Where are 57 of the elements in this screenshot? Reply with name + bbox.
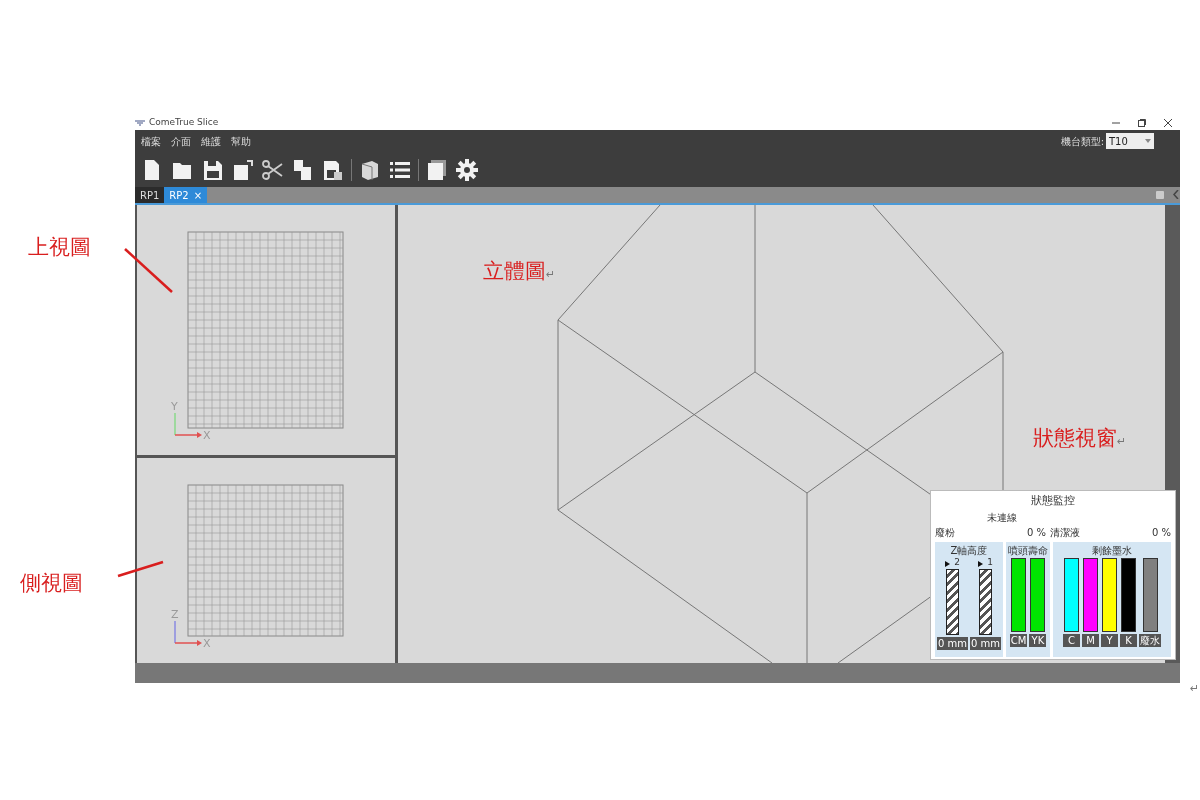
reading-label: 廢粉 — [935, 525, 955, 540]
machine-type-label: 機台類型: — [1060, 134, 1104, 149]
gauge-label: M — [1082, 633, 1100, 647]
annotation-label: 側視圖 — [20, 571, 83, 595]
return-mark: ↵ — [546, 268, 556, 281]
axes-icon — [174, 412, 202, 438]
gauge-label: 0 mm — [970, 636, 1002, 650]
leader-line — [117, 560, 164, 578]
axis-label: Y — [171, 400, 178, 413]
gauge-label: C — [1063, 633, 1081, 647]
z-height-bar — [979, 568, 993, 635]
group-title: Z軸高度 — [950, 544, 988, 556]
gauge-label: K — [1120, 633, 1138, 647]
export-file-icon[interactable] — [231, 157, 255, 182]
tab[interactable]: RP2 × — [164, 187, 208, 203]
panel-title: 狀態監控 — [1030, 493, 1076, 509]
close-icon[interactable] — [1164, 118, 1172, 127]
gauge-number: 2 — [954, 557, 960, 567]
scissors-icon[interactable] — [261, 157, 285, 182]
axis-label: X — [203, 637, 211, 650]
annotation-label: 立體圖 — [483, 259, 546, 283]
return-mark: ↵ — [1117, 435, 1127, 448]
menu-item[interactable]: 介面 — [171, 133, 191, 149]
axis-label: Z — [171, 608, 179, 621]
app-icon — [135, 119, 145, 126]
gauge-label: 廢水 — [1139, 633, 1162, 647]
gauge-label: Y — [1101, 633, 1119, 647]
group-title: 噴頭壽命 — [1008, 544, 1049, 556]
annotation-label: 狀態視窗 — [1033, 426, 1117, 450]
z-height-bar — [946, 568, 959, 635]
reading-value: 0 % — [1151, 525, 1171, 540]
menu-item[interactable]: 維護 — [201, 133, 221, 149]
menu-item[interactable]: 檔案 — [141, 133, 161, 149]
machine-type-select[interactable]: T10 — [1106, 133, 1154, 149]
group-title: 剩餘墨水 — [1092, 544, 1133, 556]
axis-label: X — [203, 429, 211, 442]
pointer-icon — [978, 560, 984, 567]
caret-icon — [1145, 139, 1151, 143]
window-title: ComeTrue Slice — [149, 115, 219, 129]
return-mark: ↵ — [1190, 682, 1200, 695]
menu-item[interactable]: 幫助 — [231, 133, 251, 149]
gauge-number: 1 — [987, 557, 993, 567]
layers-icon[interactable] — [425, 157, 449, 182]
leader-line — [124, 248, 173, 293]
axes-icon — [174, 620, 202, 646]
gauge-label: 0 mm — [937, 636, 969, 650]
gear-icon[interactable] — [455, 157, 479, 182]
gauge-label: YK — [1029, 633, 1047, 647]
connection-status: 未連線 — [987, 511, 1017, 523]
gauge-label: CM — [1009, 633, 1028, 647]
pointer-icon — [945, 560, 951, 567]
annotation-label: 上視圖 — [28, 235, 91, 259]
close-tab-icon[interactable]: × — [193, 187, 203, 203]
restore-icon[interactable] — [1138, 118, 1146, 127]
tab[interactable]: RP1 — [135, 187, 165, 203]
reading-label: 清潔液 — [1050, 525, 1080, 540]
reading-value: 0 % — [1026, 525, 1046, 540]
